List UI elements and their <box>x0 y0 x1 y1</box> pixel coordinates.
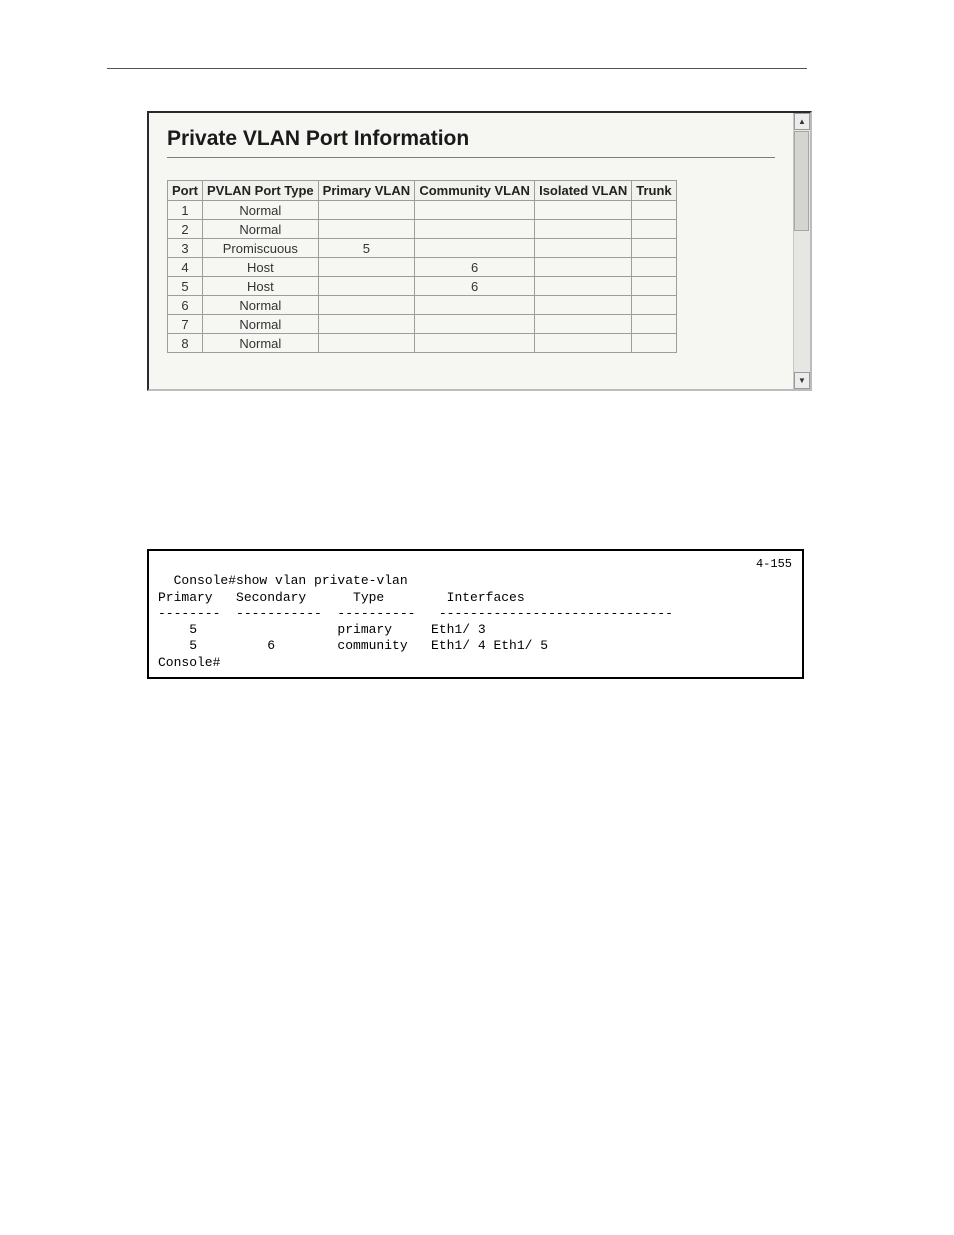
scroll-up-button[interactable]: ▲ <box>794 113 810 130</box>
cell: 3 <box>168 239 203 258</box>
cell: 7 <box>168 315 203 334</box>
cell: 6 <box>168 296 203 315</box>
cell <box>632 239 676 258</box>
cell <box>415 334 535 353</box>
cell <box>632 315 676 334</box>
cell: Normal <box>203 315 319 334</box>
cell: Normal <box>203 334 319 353</box>
cell <box>318 201 414 220</box>
cell <box>535 296 632 315</box>
scroll-down-button[interactable]: ▼ <box>794 372 810 389</box>
cli-output-box: 4-155 Console#show vlan private-vlan Prim… <box>147 549 804 679</box>
col-isolated: Isolated VLAN <box>535 181 632 201</box>
cell <box>415 201 535 220</box>
cell: 6 <box>415 258 535 277</box>
cell <box>535 334 632 353</box>
cell: 4 <box>168 258 203 277</box>
pvlan-port-info-panel: Private VLAN Port Information Port PVLAN… <box>147 111 812 391</box>
cell <box>318 258 414 277</box>
col-trunk: Trunk <box>632 181 676 201</box>
table-row: 6Normal <box>168 296 677 315</box>
cell <box>415 296 535 315</box>
cell: Normal <box>203 220 319 239</box>
cell <box>318 220 414 239</box>
cell: 8 <box>168 334 203 353</box>
cli-page-ref: 4-155 <box>756 557 792 572</box>
vertical-scrollbar[interactable]: ▲ ▼ <box>793 113 810 389</box>
scroll-thumb[interactable] <box>794 131 809 231</box>
page-top-rule <box>107 68 807 69</box>
cell <box>535 201 632 220</box>
cell <box>415 220 535 239</box>
cell <box>632 277 676 296</box>
col-port: Port <box>168 181 203 201</box>
cell <box>632 296 676 315</box>
cell: Host <box>203 258 319 277</box>
pvlan-table: Port PVLAN Port Type Primary VLAN Commun… <box>167 180 677 353</box>
table-row: 1Normal <box>168 201 677 220</box>
cell <box>632 334 676 353</box>
cell <box>535 220 632 239</box>
cell: Normal <box>203 201 319 220</box>
cell <box>632 220 676 239</box>
table-row: 7Normal <box>168 315 677 334</box>
cell <box>632 258 676 277</box>
table-row: 5Host 6 <box>168 277 677 296</box>
cell: 5 <box>318 239 414 258</box>
cell: 5 <box>168 277 203 296</box>
table-row: 4Host 6 <box>168 258 677 277</box>
table-row: 2Normal <box>168 220 677 239</box>
cell <box>415 315 535 334</box>
panel-title: Private VLAN Port Information <box>167 127 775 151</box>
cell <box>632 201 676 220</box>
cell <box>318 334 414 353</box>
col-port-type: PVLAN Port Type <box>203 181 319 201</box>
cell <box>415 239 535 258</box>
cell: 1 <box>168 201 203 220</box>
cell <box>535 315 632 334</box>
cell <box>318 277 414 296</box>
cell: 6 <box>415 277 535 296</box>
col-community: Community VLAN <box>415 181 535 201</box>
cell <box>535 277 632 296</box>
cell <box>318 315 414 334</box>
cell <box>535 258 632 277</box>
cli-output-text: Console#show vlan private-vlan Primary S… <box>158 573 673 669</box>
table-row: 8Normal <box>168 334 677 353</box>
cell: Promiscuous <box>203 239 319 258</box>
cell: 2 <box>168 220 203 239</box>
cell: Normal <box>203 296 319 315</box>
table-header-row: Port PVLAN Port Type Primary VLAN Commun… <box>168 181 677 201</box>
col-primary: Primary VLAN <box>318 181 414 201</box>
cell <box>535 239 632 258</box>
table-row: 3Promiscuous5 <box>168 239 677 258</box>
panel-title-rule <box>167 157 775 158</box>
cell: Host <box>203 277 319 296</box>
cell <box>318 296 414 315</box>
